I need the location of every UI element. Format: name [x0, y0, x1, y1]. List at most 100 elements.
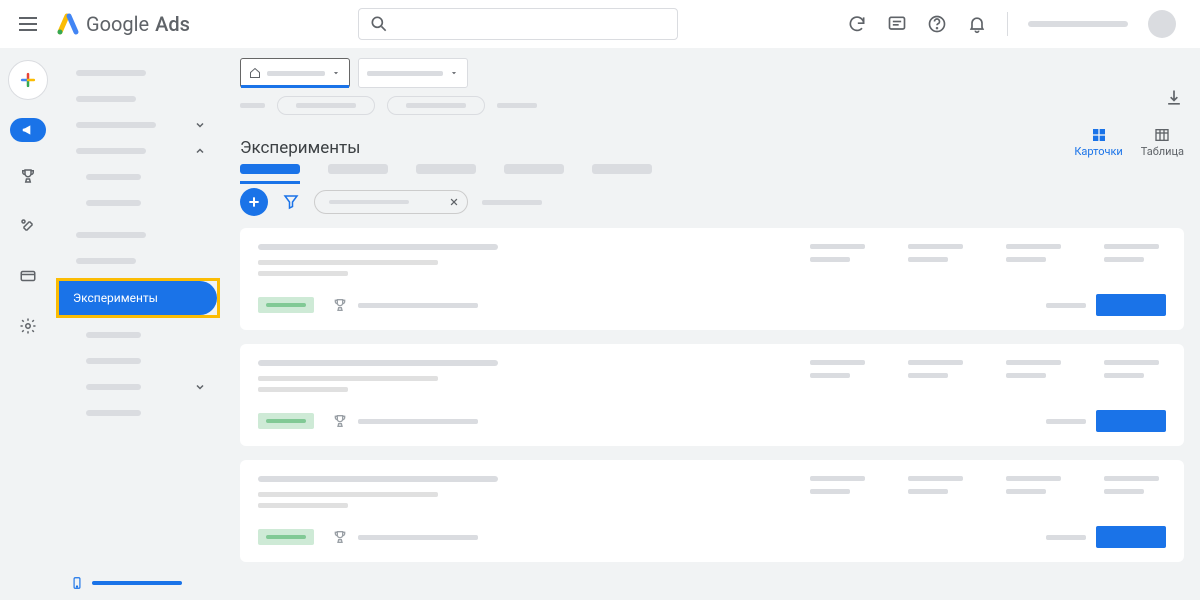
nav-item-expandable[interactable] [56, 112, 224, 138]
card-action-button[interactable] [1096, 526, 1166, 548]
nav-subitem[interactable] [86, 200, 141, 206]
experiment-card[interactable] [240, 228, 1184, 330]
card-subtitle [258, 492, 438, 497]
refresh-icon[interactable] [847, 14, 867, 34]
icon-rail [0, 48, 56, 600]
card-subtitle [258, 271, 348, 276]
card-subtitle [258, 503, 348, 508]
nav-item-expandable[interactable] [56, 374, 224, 400]
tab[interactable] [592, 164, 652, 174]
card-meta [1046, 535, 1086, 540]
nav-item-experiments[interactable]: Эксперименты [59, 281, 217, 315]
create-button[interactable] [8, 60, 48, 100]
tab[interactable] [416, 164, 476, 174]
chat-icon[interactable] [887, 14, 907, 34]
device-icon [70, 576, 84, 590]
cards-icon [1091, 127, 1107, 143]
close-icon[interactable] [449, 197, 459, 207]
tools-icon [19, 217, 37, 235]
home-icon [249, 67, 261, 79]
tab[interactable] [328, 164, 388, 174]
experiment-card[interactable] [240, 460, 1184, 562]
avatar[interactable] [1148, 10, 1176, 38]
megaphone-icon [21, 123, 35, 137]
filter-pill[interactable] [314, 190, 468, 214]
trophy-icon [332, 529, 348, 545]
breadcrumb-chip[interactable] [387, 96, 485, 115]
breadcrumb-row [224, 96, 1200, 119]
header-actions [847, 10, 1184, 38]
nav-subitem[interactable] [86, 174, 141, 180]
card-title [258, 476, 498, 482]
app-header: Google Ads [0, 0, 1200, 48]
rail-goals[interactable] [12, 160, 44, 192]
title-bar: Эксперименты Карточки Таблица [224, 119, 1200, 158]
search-icon [369, 14, 389, 34]
tab[interactable] [240, 164, 300, 174]
filter-icon[interactable] [282, 193, 300, 211]
toolbar [224, 174, 1200, 228]
main-content: Эксперименты Карточки Таблица [224, 48, 1200, 600]
account-label[interactable] [1028, 21, 1128, 27]
page-title: Эксперименты [240, 138, 360, 158]
nav-item[interactable] [76, 258, 136, 264]
gear-icon [19, 317, 37, 335]
nav-item-expanded[interactable] [56, 138, 224, 164]
tab[interactable] [504, 164, 564, 174]
card-subtitle [258, 376, 438, 381]
breadcrumb-label [240, 103, 265, 108]
brand-text-2: Ads [155, 12, 190, 36]
trophy-icon [19, 167, 37, 185]
card-action-button[interactable] [1096, 294, 1166, 316]
view-table[interactable]: Таблица [1141, 127, 1184, 158]
download-button[interactable] [1164, 88, 1184, 108]
search-input[interactable] [397, 17, 667, 32]
nav-active-highlight: Эксперименты [56, 278, 220, 318]
card-meta [1046, 303, 1086, 308]
nav-subitem[interactable] [86, 332, 141, 338]
help-icon[interactable] [927, 14, 947, 34]
experiment-card[interactable] [240, 344, 1184, 446]
brand-text-1: Google [86, 12, 149, 36]
plus-multicolor-icon [18, 70, 38, 90]
search-bar[interactable] [358, 8, 678, 40]
scope-bar [224, 48, 1200, 96]
nav-footer[interactable] [70, 576, 182, 590]
card-subtitle [258, 260, 438, 265]
scope-account-select[interactable] [240, 58, 350, 88]
card-icon [19, 267, 37, 285]
nav-subitem[interactable] [86, 410, 141, 416]
trophy-icon [332, 413, 348, 429]
rail-tools[interactable] [12, 210, 44, 242]
scope-campaign-select[interactable] [358, 58, 468, 88]
tabs [224, 158, 1200, 174]
google-ads-logo-icon [56, 12, 80, 36]
bell-icon[interactable] [967, 14, 987, 34]
filter-pill-label [329, 200, 409, 204]
add-button[interactable] [240, 188, 268, 216]
rail-campaigns[interactable] [10, 118, 46, 142]
caret-down-icon [331, 68, 341, 78]
card-action-button[interactable] [1096, 410, 1166, 432]
breadcrumb-chip[interactable] [277, 96, 375, 115]
nav-item[interactable] [76, 232, 146, 238]
card-stats [810, 244, 1166, 262]
view-cards[interactable]: Карточки [1074, 127, 1122, 158]
chevron-down-icon [194, 381, 206, 393]
nav-item[interactable] [76, 96, 136, 102]
nav-sidebar: Эксперименты [56, 48, 224, 600]
rail-admin[interactable] [12, 310, 44, 342]
menu-icon[interactable] [16, 12, 40, 36]
trophy-icon [332, 297, 348, 313]
card-title [258, 360, 498, 366]
nav-item[interactable] [76, 70, 146, 76]
divider [1007, 12, 1008, 36]
card-footer-text [358, 419, 478, 424]
search-container [206, 8, 831, 40]
table-icon [1154, 127, 1170, 143]
card-subtitle [258, 387, 348, 392]
logo[interactable]: Google Ads [56, 12, 190, 36]
nav-subitem[interactable] [86, 358, 141, 364]
card-title [258, 244, 498, 250]
rail-billing[interactable] [12, 260, 44, 292]
